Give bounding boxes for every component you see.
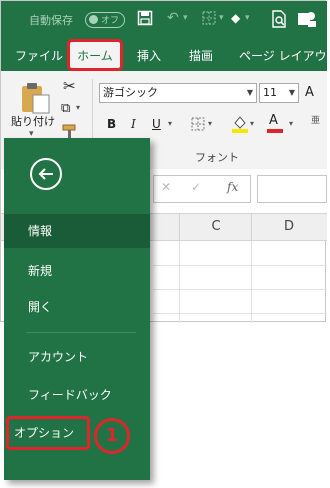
color-icon[interactable]: ◆ xyxy=(231,10,240,26)
column-header-d[interactable]: D xyxy=(251,214,326,240)
font-size-value: 11 xyxy=(263,86,277,99)
tab-file[interactable]: ファイル xyxy=(15,47,63,64)
font-color-button[interactable]: A xyxy=(267,113,283,133)
title-bar: 自動保存 オフ ↶ ▾ ▾ ◆ ▾ xyxy=(1,1,327,37)
formula-input[interactable] xyxy=(257,175,327,203)
font-color-dropdown-icon[interactable]: ▾ xyxy=(289,119,293,128)
fill-color-icon[interactable] xyxy=(231,113,249,133)
paste-icon[interactable] xyxy=(19,81,53,115)
borders-dropdown-icon[interactable]: ▾ xyxy=(219,10,224,26)
tab-home[interactable]: ホーム xyxy=(67,39,123,71)
chevron-down-icon: ▼ xyxy=(288,88,295,97)
step-number-badge: 1 xyxy=(94,418,130,454)
menu-item-new[interactable]: 新規 xyxy=(4,254,150,288)
menu-item-info[interactable]: 情報 xyxy=(4,214,150,248)
back-button[interactable] xyxy=(30,158,62,190)
print-preview-icon[interactable] xyxy=(271,10,287,28)
tab-insert[interactable]: 挿入 xyxy=(137,47,161,64)
chevron-down-icon: ▼ xyxy=(246,88,253,97)
increase-font-icon[interactable]: A xyxy=(305,85,314,100)
italic-button[interactable]: I xyxy=(131,117,136,131)
options-highlight-frame xyxy=(6,416,90,450)
font-color-glyph: A xyxy=(269,113,278,128)
fill-color-dropdown-icon[interactable]: ▾ xyxy=(250,119,254,128)
font-color-bar xyxy=(267,129,283,133)
save-icon[interactable] xyxy=(137,10,153,26)
tab-page-layout[interactable]: ページ レイアウト xyxy=(239,47,330,64)
cancel-icon[interactable]: ✕ xyxy=(161,180,171,194)
undo-icon[interactable]: ↶ xyxy=(167,10,179,26)
border-dropdown-icon[interactable]: ▾ xyxy=(208,119,212,128)
menu-item-feedback[interactable]: フィードバック xyxy=(4,378,150,412)
underline-button[interactable]: U xyxy=(152,117,161,131)
menu-item-open[interactable]: 開く xyxy=(4,290,150,324)
underline-dropdown-icon[interactable]: ▾ xyxy=(168,119,172,128)
font-name-value: 游ゴシック xyxy=(103,86,158,99)
font-size-select[interactable]: 11 ▼ xyxy=(259,83,299,103)
ribbon-tabs: ファイル 挿入 描画 ページ レイアウト xyxy=(1,37,330,71)
share-icon[interactable] xyxy=(297,10,317,28)
copy-dropdown-icon[interactable]: ▾ xyxy=(76,103,80,112)
bold-button[interactable]: B xyxy=(107,117,116,131)
paste-label[interactable]: 貼り付け xyxy=(11,113,55,129)
confirm-icon[interactable]: ✓ xyxy=(191,180,201,194)
border-icon[interactable] xyxy=(191,117,205,131)
toggle-knob xyxy=(89,15,98,24)
tab-draw[interactable]: 描画 xyxy=(189,47,213,64)
autosave-state: オフ xyxy=(101,16,120,26)
menu-item-account[interactable]: アカウント xyxy=(4,340,150,374)
borders-icon[interactable] xyxy=(201,10,217,26)
format-painter-icon[interactable] xyxy=(61,123,77,139)
color-dropdown-icon[interactable]: ▾ xyxy=(245,10,250,26)
column-header-c[interactable]: C xyxy=(179,214,252,240)
autosave-toggle[interactable]: オフ xyxy=(85,12,125,28)
tab-home-label: ホーム xyxy=(77,49,113,63)
font-name-select[interactable]: 游ゴシック ▼ xyxy=(99,83,257,103)
phonetic-icon[interactable]: 亜 xyxy=(311,113,320,126)
grid-col-line xyxy=(251,241,252,323)
autosave-label: 自動保存 xyxy=(29,14,73,27)
menu-separator xyxy=(26,332,136,333)
copy-icon[interactable]: ⧉ xyxy=(61,101,70,116)
back-arrow-icon xyxy=(38,168,53,180)
cut-icon[interactable]: ✂ xyxy=(63,77,76,95)
grid-col-line xyxy=(179,241,180,323)
insert-function-icon[interactable]: fx xyxy=(227,180,238,194)
font-group-label: フォント xyxy=(195,151,239,164)
undo-dropdown-icon[interactable]: ▾ xyxy=(183,10,188,26)
